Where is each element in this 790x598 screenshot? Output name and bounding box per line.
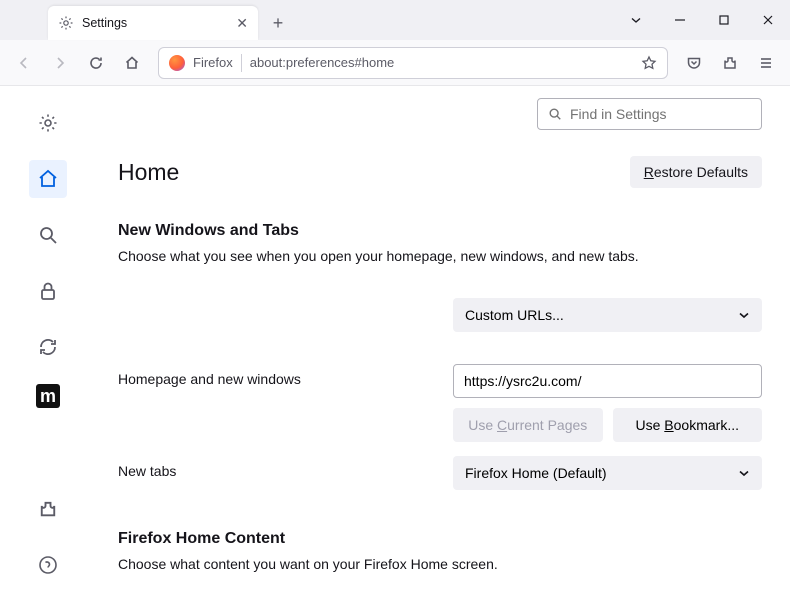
titlebar: Settings ✕ + (0, 0, 790, 40)
newtabs-label: New tabs (118, 456, 453, 479)
use-current-pages-button[interactable]: Use Current Pages (453, 408, 603, 442)
sidebar-item-general[interactable] (29, 104, 67, 142)
tabs-dropdown-button[interactable] (614, 0, 658, 40)
settings-sidebar: m (0, 86, 96, 598)
pocket-button[interactable] (678, 47, 710, 79)
restore-defaults-button[interactable]: Restore Defaults (630, 156, 762, 188)
back-button[interactable] (8, 47, 40, 79)
search-placeholder: Find in Settings (570, 106, 667, 122)
settings-main: Find in Settings Home Restore Defaults N… (96, 86, 790, 598)
section-heading: Firefox Home Content (118, 530, 762, 548)
page-title: Home (118, 159, 179, 186)
close-tab-icon[interactable]: ✕ (236, 15, 248, 32)
close-window-button[interactable] (746, 0, 790, 40)
nav-toolbar: Firefox about:preferences#home (0, 40, 790, 86)
url-bar[interactable]: Firefox about:preferences#home (158, 47, 668, 79)
newtabs-select[interactable]: Firefox Home (Default) (453, 456, 762, 490)
maximize-button[interactable] (702, 0, 746, 40)
section-heading: New Windows and Tabs (118, 222, 762, 240)
homepage-label: Homepage and new windows (118, 364, 453, 387)
sidebar-item-help[interactable] (29, 546, 67, 584)
minimize-button[interactable] (658, 0, 702, 40)
tab-title: Settings (82, 16, 228, 30)
sidebar-item-home[interactable] (29, 160, 67, 198)
new-tab-button[interactable]: + (264, 9, 292, 37)
select-value: Custom URLs... (465, 307, 564, 323)
find-in-settings-input[interactable]: Find in Settings (537, 98, 762, 130)
sidebar-item-extensions[interactable] (29, 490, 67, 528)
content-area: m Find in Settings Home Restore Defaults… (0, 86, 790, 598)
url-text: about:preferences#home (250, 55, 633, 70)
firefox-icon (169, 55, 185, 71)
sidebar-item-sync[interactable] (29, 328, 67, 366)
bookmark-star-icon[interactable] (641, 55, 657, 71)
chevron-down-icon (738, 467, 750, 479)
app-menu-button[interactable] (750, 47, 782, 79)
sidebar-item-privacy[interactable] (29, 272, 67, 310)
gear-icon (58, 15, 74, 31)
forward-button[interactable] (44, 47, 76, 79)
section-desc: Choose what content you want on your Fir… (118, 556, 762, 572)
search-icon (548, 107, 562, 121)
section-desc: Choose what you see when you open your h… (118, 248, 762, 264)
homepage-url-input[interactable] (453, 364, 762, 398)
chevron-down-icon (738, 309, 750, 321)
homepage-mode-select[interactable]: Custom URLs... (453, 298, 762, 332)
browser-tab[interactable]: Settings ✕ (48, 6, 258, 40)
homepage-label (118, 298, 453, 305)
sidebar-item-more[interactable]: m (36, 384, 60, 408)
url-identity: Firefox (193, 55, 233, 70)
home-button[interactable] (116, 47, 148, 79)
sidebar-item-search[interactable] (29, 216, 67, 254)
reload-button[interactable] (80, 47, 112, 79)
extensions-button[interactable] (714, 47, 746, 79)
use-bookmark-button[interactable]: Use Bookmark... (613, 408, 763, 442)
select-value: Firefox Home (Default) (465, 465, 607, 481)
